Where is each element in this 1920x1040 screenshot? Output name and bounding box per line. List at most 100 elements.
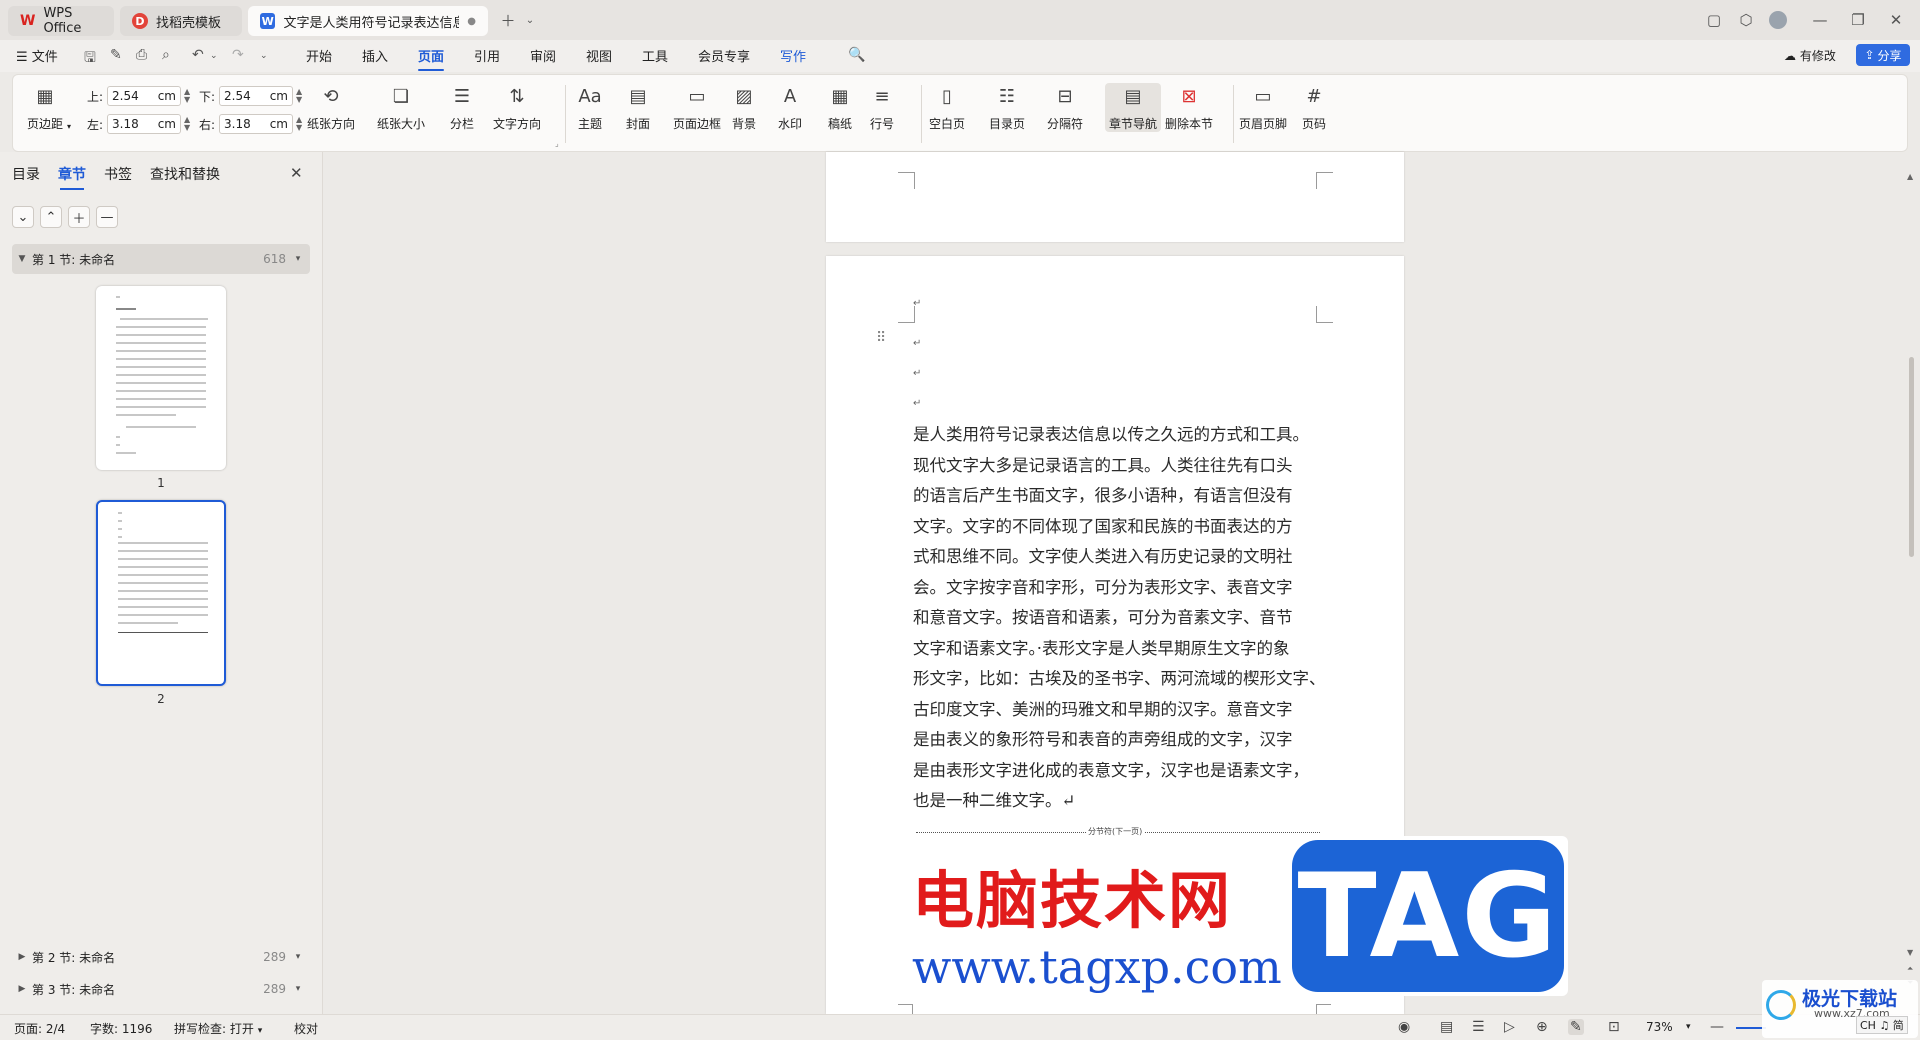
modified-status[interactable]: ☁ 有修改 — [1784, 47, 1836, 64]
menu-member[interactable]: 会员专享 — [698, 46, 750, 65]
orientation-button[interactable]: ⟲ 纸张方向 — [307, 83, 355, 132]
eye-icon[interactable]: ◉ — [1398, 1019, 1410, 1035]
fit-page-icon[interactable]: ⊡ — [1608, 1019, 1620, 1035]
close-pane-icon[interactable]: ✕ — [290, 164, 303, 182]
unsaved-dot-icon[interactable]: ● — [467, 16, 476, 27]
delete-section-button[interactable]: ⊠ 删除本节 — [1165, 83, 1213, 132]
remove-section-button[interactable]: — — [96, 206, 118, 228]
new-tab-icon[interactable]: ＋ — [496, 8, 520, 32]
expand-triangle-icon[interactable]: ▼ — [12, 254, 32, 264]
page-view-icon[interactable]: ▤ — [1440, 1019, 1453, 1035]
menu-insert[interactable]: 插入 — [362, 46, 388, 65]
expand-triangle-icon[interactable]: ▶ — [12, 952, 32, 962]
restore-icon[interactable]: ❐ — [1846, 8, 1870, 32]
header-footer-button[interactable]: ▭ 页眉页脚 — [1239, 83, 1287, 132]
menu-writing[interactable]: 写作 — [780, 46, 806, 65]
scroll-down-icon[interactable]: ▼ — [1907, 948, 1913, 957]
zoom-dropdown-icon[interactable]: ▾ — [1686, 1022, 1691, 1032]
margin-left-spinner[interactable]: ▲ ▼ — [184, 116, 190, 132]
save-icon[interactable]: 🖫 — [84, 47, 96, 71]
add-section-button[interactable]: ＋ — [68, 206, 90, 228]
menu-view[interactable]: 视图 — [586, 46, 612, 65]
section-2[interactable]: ▶ 第 2 节: 未命名 289 ▾ — [12, 942, 310, 972]
dialog-launcher-icon[interactable]: ⌟ — [555, 139, 559, 148]
undo-dropdown-icon[interactable]: ⌄ — [210, 51, 218, 61]
margin-top-input[interactable]: 2.54 cm — [107, 86, 181, 106]
outline-view-icon[interactable]: ☰ — [1472, 1019, 1485, 1035]
edit-mode-icon[interactable]: ✎ — [1568, 1019, 1584, 1035]
expand-triangle-icon[interactable]: ▶ — [12, 984, 32, 994]
section-menu-icon[interactable]: ▾ — [286, 254, 310, 264]
margins-button[interactable]: ▦ 页边距 ▾ — [27, 83, 71, 132]
nav-tab-toc[interactable]: 目录 — [12, 164, 40, 184]
section-1[interactable]: ▼ 第 1 节: 未命名 618 ▾ — [12, 244, 310, 274]
proofread-button[interactable]: 校对 — [294, 1020, 318, 1037]
expand-down-button[interactable]: ⌄ — [12, 206, 34, 228]
margin-right-spinner[interactable]: ▲ ▼ — [296, 116, 302, 132]
cube-icon[interactable]: ⬡ — [1734, 8, 1758, 32]
text-direction-button[interactable]: ⇅ 文字方向 — [493, 83, 541, 132]
tab-document[interactable]: W 文字是人类用符号记录表达信息以 ● — [248, 6, 488, 36]
web-view-icon[interactable]: ⊕ — [1536, 1019, 1548, 1035]
paint-icon[interactable]: ✎ — [110, 47, 122, 63]
section-menu-icon[interactable]: ▾ — [286, 984, 310, 994]
zoom-level[interactable]: 73% — [1646, 1020, 1673, 1034]
page-number-button[interactable]: # 页码 — [1301, 83, 1327, 132]
columns-button[interactable]: ☰ 分栏 — [449, 83, 475, 132]
page-1-bottom[interactable] — [826, 152, 1404, 242]
drag-handle-icon[interactable]: ⠿ — [876, 330, 886, 346]
layout-icon[interactable]: ▢ — [1702, 8, 1726, 32]
background-button[interactable]: ▨ 背景 — [731, 83, 757, 132]
undo-icon[interactable]: ↶ — [192, 47, 204, 63]
section-3[interactable]: ▶ 第 3 节: 未命名 289 ▾ — [12, 974, 310, 1004]
redo-icon[interactable]: ↷ — [232, 47, 244, 63]
page-thumbnail-2[interactable] — [96, 500, 226, 686]
prev-page-icon[interactable]: ⏶ — [1907, 964, 1913, 974]
vertical-scrollbar[interactable]: ▲ ▼ ⏶ ⏷ — [1904, 152, 1920, 1014]
page-thumbnail-1[interactable] — [96, 286, 226, 470]
scrollbar-thumb[interactable] — [1909, 357, 1914, 557]
play-icon[interactable]: ▷ — [1504, 1019, 1515, 1035]
nav-tab-sections[interactable]: 章节 — [58, 164, 86, 190]
spell-check-toggle[interactable]: 拼写检查: 打开 ▾ — [174, 1020, 262, 1037]
cover-button[interactable]: ▤ 封面 — [625, 83, 651, 132]
section-nav-button[interactable]: ▤ 章节导航 — [1105, 83, 1162, 132]
margin-left-input[interactable]: 3.18 cm — [107, 114, 181, 134]
menu-page[interactable]: 页面 — [418, 46, 445, 71]
separator-button[interactable]: ⊟ 分隔符 — [1047, 83, 1083, 132]
menu-review[interactable]: 审阅 — [530, 46, 556, 65]
watermark-button[interactable]: A 水印 — [777, 83, 803, 132]
margin-bottom-input[interactable]: 2.54 cm — [219, 86, 293, 106]
tab-docer-template[interactable]: D 找稻壳模板 — [120, 6, 242, 36]
margin-top-spinner[interactable]: ▲ ▼ — [184, 88, 190, 104]
menu-home[interactable]: 开始 — [306, 46, 332, 65]
share-button[interactable]: ⇪ 分享 — [1856, 44, 1910, 66]
toc-page-button[interactable]: ☷ 目录页 — [989, 83, 1025, 132]
print-icon[interactable]: ⎙ — [136, 47, 147, 63]
section-menu-icon[interactable]: ▾ — [286, 952, 310, 962]
page-indicator[interactable]: 页面: 2/4 — [14, 1020, 65, 1037]
paper-size-button[interactable]: ❏ 纸张大小 — [377, 83, 425, 132]
avatar[interactable] — [1766, 8, 1790, 32]
nav-tab-find-replace[interactable]: 查找和替换 — [150, 164, 220, 184]
close-icon[interactable]: ✕ — [1884, 8, 1908, 32]
document-paragraph[interactable]: 是人类用符号记录表达信息以传之久远的方式和工具。 现代文字大多是记录语言的工具。… — [913, 420, 1333, 817]
tab-list-chevron-icon[interactable]: ⌄ — [518, 8, 542, 32]
quick-access-dropdown-icon[interactable]: ⌄ — [260, 51, 268, 61]
margin-bottom-spinner[interactable]: ▲ ▼ — [296, 88, 302, 104]
zoom-out-icon[interactable]: — — [1710, 1019, 1724, 1035]
section-break[interactable]: 分节符(下一页) — [916, 826, 1320, 838]
menu-tools[interactable]: 工具 — [642, 46, 668, 65]
ime-indicator[interactable]: CH ♫ 简 — [1856, 1016, 1908, 1034]
minimize-icon[interactable]: — — [1808, 8, 1832, 32]
collapse-up-button[interactable]: ⌃ — [40, 206, 62, 228]
theme-button[interactable]: Aa 主题 — [577, 83, 603, 132]
page-border-button[interactable]: ▭ 页面边框 — [673, 83, 721, 132]
margin-right-input[interactable]: 3.18 cm — [219, 114, 293, 134]
tab-wps-office[interactable]: W WPS Office — [8, 6, 114, 36]
print-preview-icon[interactable]: ⌕ — [162, 47, 170, 63]
word-count[interactable]: 字数: 1196 — [90, 1020, 152, 1037]
nav-tab-bookmarks[interactable]: 书签 — [104, 164, 132, 184]
menu-reference[interactable]: 引用 — [474, 46, 500, 65]
blank-page-button[interactable]: ▯ 空白页 — [929, 83, 965, 132]
